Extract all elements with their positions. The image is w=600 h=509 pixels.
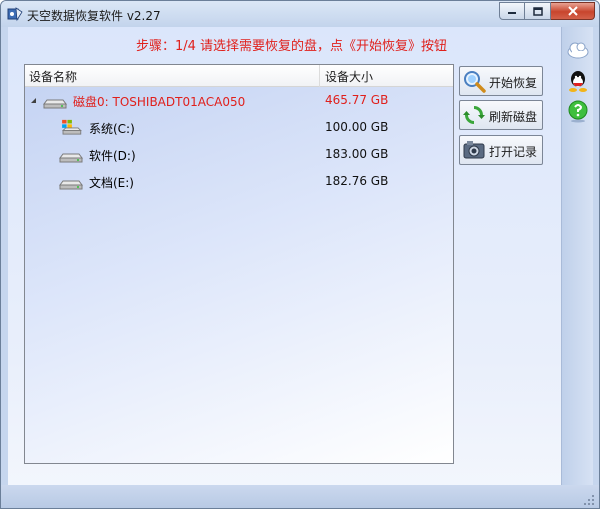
- app-window: 天空数据恢复软件 v2.27 步骤：1/4 请选择需要恢复的盘，点《开始恢复》按…: [0, 0, 600, 509]
- button-label: 开始恢复: [489, 76, 538, 90]
- system-drive-icon: [61, 119, 82, 135]
- drive-icon: [59, 153, 83, 163]
- column-header-size[interactable]: 设备大小: [325, 68, 373, 85]
- status-bar: [1, 485, 599, 508]
- column-separator[interactable]: [319, 65, 320, 87]
- side-toolbar: [561, 27, 593, 503]
- device-row-c[interactable]: 系统(C:) 100.00 GB: [25, 116, 453, 140]
- minimize-button[interactable]: [499, 2, 525, 20]
- main-panel: 步骤：1/4 请选择需要恢复的盘，点《开始恢复》按钮 设备名称 设备大小 磁盘0…: [8, 27, 593, 503]
- refresh-icon: [463, 106, 485, 124]
- button-label: 刷新磁盘: [489, 110, 538, 124]
- device-name: 系统(C:): [89, 122, 135, 136]
- camera-icon: [463, 141, 485, 159]
- list-header: 设备名称 设备大小: [25, 65, 453, 87]
- device-name: 文档(E:): [89, 176, 134, 190]
- device-row-e[interactable]: 文档(E:) 182.76 GB: [25, 170, 453, 194]
- hard-disk-icon: [43, 99, 67, 109]
- device-size: 465.77 GB: [325, 93, 389, 107]
- device-row-disk0[interactable]: 磁盘0: TOSHIBADT01ACA050 465.77 GB: [25, 89, 453, 113]
- minimize-icon: [508, 12, 516, 14]
- close-button[interactable]: [551, 2, 595, 20]
- maximize-button[interactable]: [525, 2, 551, 20]
- device-size: 100.00 GB: [325, 120, 389, 134]
- button-label: 打开记录: [489, 145, 538, 159]
- device-name: 磁盘0: TOSHIBADT01ACA050: [73, 95, 246, 109]
- window-title: 天空数据恢复软件 v2.27: [27, 9, 161, 23]
- qq-icon[interactable]: [566, 69, 590, 93]
- device-list[interactable]: 设备名称 设备大小 磁盘0: TOSHIBADT01ACA050 465.77 …: [24, 64, 454, 464]
- start-recovery-button[interactable]: 开始恢复: [459, 66, 543, 96]
- open-record-button[interactable]: 打开记录: [459, 135, 543, 165]
- resize-grip-icon[interactable]: [583, 494, 595, 506]
- expand-triangle-icon[interactable]: [31, 98, 36, 103]
- device-size: 183.00 GB: [325, 147, 389, 161]
- cloud-icon[interactable]: [566, 37, 590, 61]
- app-icon: [7, 7, 23, 22]
- help-icon[interactable]: [566, 99, 590, 123]
- device-row-d[interactable]: 软件(D:) 183.00 GB: [25, 143, 453, 167]
- device-size: 182.76 GB: [325, 174, 389, 188]
- title-bar[interactable]: 天空数据恢复软件 v2.27: [1, 1, 599, 27]
- magnifier-icon: [464, 71, 486, 93]
- window-controls: [499, 2, 595, 20]
- refresh-disk-button[interactable]: 刷新磁盘: [459, 100, 543, 130]
- maximize-icon: [532, 6, 543, 16]
- step-instruction: 步骤：1/4 请选择需要恢复的盘，点《开始恢复》按钮: [136, 39, 448, 54]
- column-header-name[interactable]: 设备名称: [29, 68, 77, 85]
- drive-icon: [59, 180, 83, 190]
- device-name: 软件(D:): [89, 149, 136, 163]
- close-icon: [567, 6, 578, 16]
